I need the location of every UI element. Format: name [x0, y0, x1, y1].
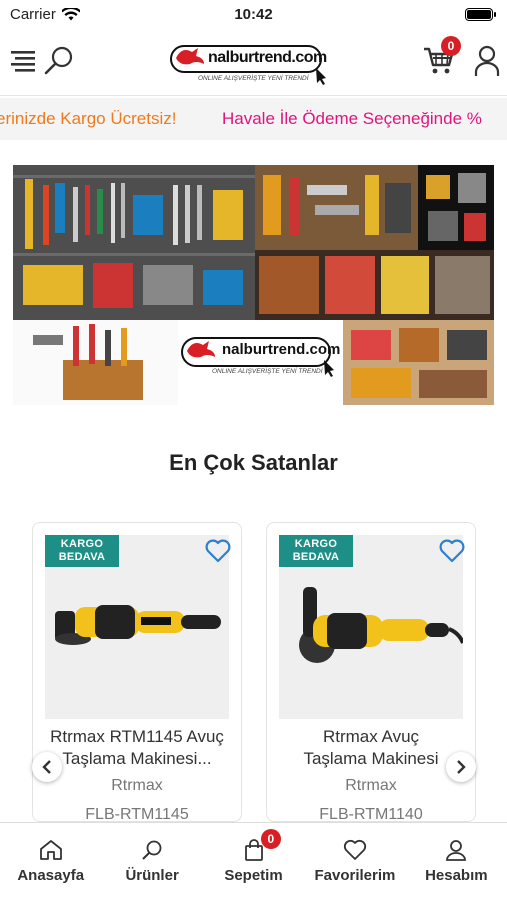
product-code: FLB-RTM1145	[85, 806, 189, 822]
carrier-label: Carrier	[10, 5, 56, 23]
banner-store-shelves-image	[255, 250, 494, 320]
chevron-left-icon	[42, 760, 51, 774]
logo-tagline: ONLINE ALIŞVERİŞTE YENİ TRENDİ	[198, 75, 309, 82]
heart-icon	[343, 839, 367, 860]
best-sellers-title: En Çok Satanlar	[169, 450, 338, 475]
tab-label: Favorilerim	[314, 867, 396, 884]
search-icon[interactable]	[42, 44, 76, 78]
banner-toolbelt-image	[13, 320, 178, 405]
logo-text: nalburtrend.com	[208, 49, 327, 66]
banner-accessories-image	[418, 165, 494, 250]
menu-icon[interactable]	[10, 46, 38, 76]
user-icon	[446, 840, 467, 861]
banner-logo-text: nalburtrend.com	[222, 341, 341, 358]
status-bar: Carrier 10:42	[0, 0, 507, 28]
tab-account[interactable]: Hesabım	[406, 823, 507, 900]
product-brand: Rtrmax	[111, 777, 163, 794]
product-card[interactable]: KARGO BEDAVA Rtrmax Avuç Taşlama Makinesi …	[266, 522, 476, 822]
tab-products[interactable]: Ürünler	[101, 823, 202, 900]
banner-logo-tagline: ONLINE ALIŞVERİŞTE YENİ TRENDİ	[212, 368, 323, 375]
battery-icon	[465, 7, 496, 21]
tab-label: Anasayfa	[17, 867, 85, 884]
tab-favorites[interactable]: Favorilerim	[304, 823, 405, 900]
product-card[interactable]: KARGO BEDAVA Rtrmax RTM1145 Avuç Taşlama M…	[32, 522, 242, 822]
tab-home[interactable]: Anasayfa	[0, 823, 101, 900]
account-icon[interactable]	[470, 44, 504, 78]
tab-label: Sepetim	[224, 867, 283, 884]
announcement-marquee: erinizde Kargo Ücretsiz! Havale İle Ödem…	[0, 98, 507, 140]
product-brand: Rtrmax	[345, 777, 397, 794]
tab-label: Ürünler	[125, 867, 179, 884]
free-shipping-badge: KARGO BEDAVA	[279, 535, 353, 567]
product-name[interactable]: Rtrmax Avuç Taşlama Makinesi	[275, 726, 467, 770]
banner-logo: nalburtrend.com ONLINE ALIŞVERİŞTE YENİ …	[178, 320, 343, 405]
home-icon	[39, 840, 62, 860]
free-shipping-badge: KARGO BEDAVA	[45, 535, 119, 567]
chevron-right-icon	[457, 760, 466, 774]
carousel-next-button[interactable]	[446, 752, 476, 782]
announcement-free-shipping: erinizde Kargo Ücretsiz!	[0, 109, 177, 128]
banner-pegboard-image	[13, 165, 255, 320]
brand-logo[interactable]: nalburtrend.com ONLINE ALIŞVERİŞTE YENİ …	[170, 38, 330, 88]
tab-cart[interactable]: Sepetim 0	[203, 823, 304, 900]
banner-tool-set-image	[343, 320, 494, 405]
favorite-heart-icon[interactable]	[205, 539, 231, 568]
cart-count-badge: 0	[441, 36, 461, 56]
hero-banner[interactable]: nalburtrend.com ONLINE ALIŞVERİŞTE YENİ …	[13, 165, 494, 405]
app-header: nalburtrend.com ONLINE ALIŞVERİŞTE YENİ …	[0, 28, 507, 96]
wifi-icon	[61, 7, 80, 20]
banner-handtools-image	[255, 165, 418, 250]
tab-label: Hesabım	[425, 867, 488, 884]
favorite-heart-icon[interactable]	[439, 539, 465, 568]
announcement-bank-transfer: Havale İle Ödeme Seçeneğinde %	[222, 109, 482, 128]
bottom-tab-bar: Anasayfa Ürünler Sepetim 0 Favorilerim H…	[0, 822, 507, 900]
cart-tab-badge: 0	[260, 829, 281, 849]
product-name[interactable]: Rtrmax RTM1145 Avuç Taşlama Makinesi...	[41, 726, 233, 770]
search-icon	[142, 840, 162, 860]
carrier-info: Carrier	[10, 6, 80, 23]
carousel-prev-button[interactable]	[32, 752, 62, 782]
product-code: FLB-RTM1140	[319, 806, 423, 822]
